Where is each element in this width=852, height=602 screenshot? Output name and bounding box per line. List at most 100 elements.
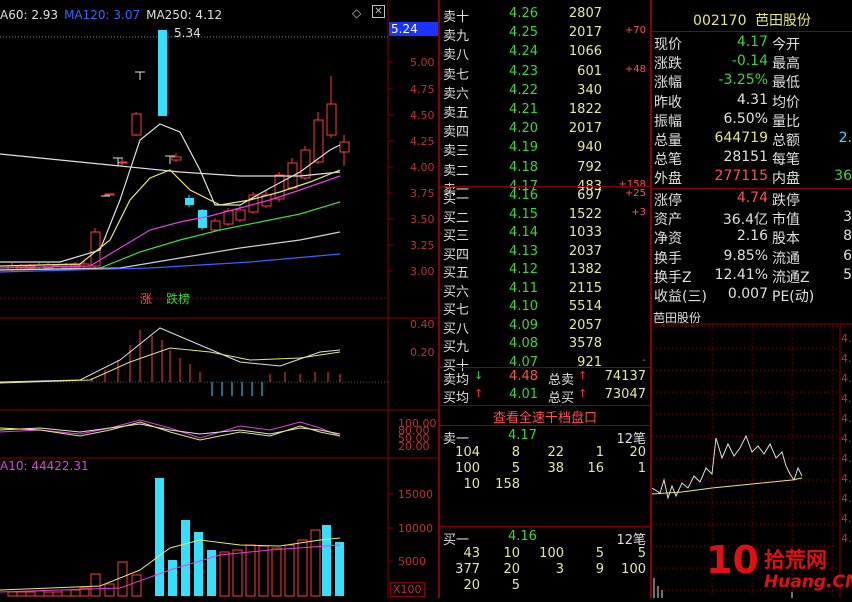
quote-row: 昨收 4.31 均价 [652,92,852,112]
order-row: 卖九 4.25 2017 +70 [440,25,650,44]
quote-row: 总笔 28151 每笔 [652,149,852,169]
trend-arrow-icon: ↓ [474,369,484,382]
badge-zhang[interactable]: 涨 [140,290,152,307]
order-volume: 697 [577,188,602,203]
order-price: 4.11 [509,280,538,296]
candle [326,76,337,138]
volume-bar [181,520,190,596]
quote-value: -0.14 [731,53,768,70]
volume-bar [61,589,72,597]
total-value: 74137 [604,369,646,384]
watermark-brand: 拾荒网 [764,548,827,572]
order-book: 卖十 4.26 2807 卖九 4.25 2017 +70 卖八 4.24 1066 卖七 4.23 6… [440,0,650,598]
order-label: 卖八 [443,48,470,64]
quote-value: 0.007 [727,286,768,302]
order-label: 卖二 [443,163,470,179]
price-axis-label: 3.75 [410,187,435,200]
queue-cell: 1 [637,461,646,476]
order-label: 卖三 [443,144,470,160]
stock-title[interactable]: 002170 芭田股份 [652,10,852,30]
order-label: 买五 [443,266,470,281]
order-price: 4.19 [509,140,538,156]
quote-key: 股本 [772,231,800,248]
price-axis-label: 3.00 [410,265,435,278]
order-change: +48 [624,63,646,75]
quote-value: 6 [843,247,852,264]
quote-key: 最高 [772,56,800,73]
price-axis-label: 3.50 [410,213,435,226]
queue-cell: 38 [547,461,564,476]
candle [104,193,115,196]
queue-cell: 158 [495,477,520,492]
candle [158,30,167,116]
order-volume: 5514 [568,299,602,314]
order-row: 卖八 4.24 1066 [440,44,650,63]
quote-key: 流通Z [772,269,810,286]
volume-bar [322,525,331,596]
order-volume: 1822 [568,102,602,117]
quote-key: 涨停 [654,193,682,209]
order-row: 买三 4.14 1033 [440,225,650,244]
order-row: 卖四 4.20 2017 [440,121,650,140]
order-label: 买一 [443,192,470,207]
order-change: +25 [624,188,646,199]
order-row: 卖十 4.26 2807 [440,6,650,25]
mini-axis-label: 4. [841,492,852,505]
peak-label: 5.34 [174,26,201,40]
quote-row: 振幅 6.50% 量比 [652,111,852,131]
order-volume: 2017 [568,25,602,41]
order-label: 买四 [443,247,470,263]
macd-histogram [0,327,388,396]
diamond-icon[interactable]: ◇ [352,6,361,20]
order-price: 4.18 [509,159,538,175]
queue-cell: 100 [539,546,564,561]
kline-chart[interactable]: 5.00 4.75 4.50 4.25 4.00 3.75 3.50 3.25 3.00 0.40… [0,0,438,598]
volume-bar [70,589,81,597]
average-price: 4.01 [509,387,538,402]
mini-axis-label: 4. [841,472,852,485]
total-label: 总买 [548,391,575,406]
quote-key: 量比 [772,113,800,130]
doji-marker [135,71,145,80]
quote-row: 外盘 277115 内盘 36 [652,168,852,188]
candle [339,135,350,166]
queue-cell: 9 [595,562,604,577]
badge-dieban[interactable]: 跌榜 [166,290,190,307]
volume-bar [271,547,282,597]
order-change: +3 [631,206,646,218]
candle [90,228,101,268]
order-row: 买五 4.12 1382 [440,262,650,281]
volume-bar [219,551,230,597]
volume-legend: A10: 44422.31 [0,459,89,473]
volume-bar [232,549,243,597]
main-chart-area[interactable]: 5.00 4.75 4.50 4.25 4.00 3.75 3.50 3.25 3.00 0.40… [0,0,439,598]
volume-bar [7,591,18,597]
quote-key: 总笔 [654,152,682,169]
quote-value: 36 [834,168,852,185]
quote-key: 昨收 [654,94,682,111]
quote-key: 今开 [772,37,800,53]
quote-row: 总量 644719 总额 2. [652,130,852,150]
order-label: 买二 [443,210,470,226]
quote-key: 每笔 [772,152,800,169]
order-price: 4.20 [509,121,538,137]
quote-key: PE(动) [772,289,815,305]
order-label: 买三 [443,229,470,244]
queue-cell: 100 [455,461,480,476]
average-label: 买均 [443,391,470,406]
order-row: 买四 4.13 2037 [440,244,650,263]
full-depth-link[interactable]: 查看全速千档盘口 [440,407,650,426]
stock-name: 芭田股份 [754,13,811,29]
close-icon[interactable]: ✕ [372,5,385,18]
quote-key: 资产 [654,212,682,229]
order-change: - [642,354,646,366]
average-price: 4.48 [509,369,538,384]
queue-cell: 10 [463,477,480,492]
order-row: 卖二 4.18 792 [440,160,650,179]
order-price: 4.13 [509,243,538,259]
order-price: 4.26 [509,6,538,21]
order-row: 买七 4.10 5514 [440,299,650,318]
quote-key: 总量 [654,133,682,149]
quote-key: 市值 [772,212,800,229]
moving-average-lines [0,123,341,273]
